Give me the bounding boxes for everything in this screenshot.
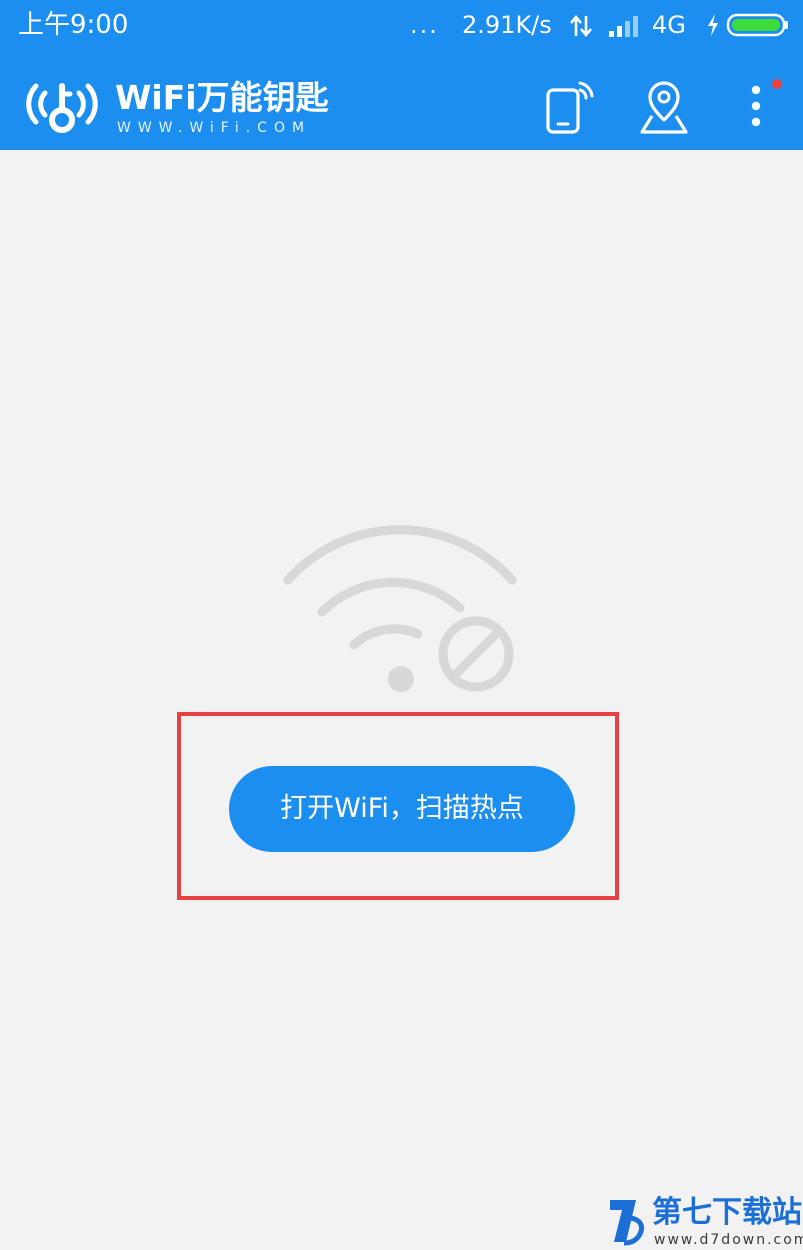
- notification-dot: [772, 79, 782, 89]
- app-bar: WiFi万能钥匙 WWW.WiFi.COM: [0, 50, 803, 150]
- status-network-type: 4G: [652, 11, 686, 39]
- status-network-speed: 2.91K/s: [462, 11, 552, 39]
- battery-icon: [726, 13, 788, 37]
- open-wifi-scan-button[interactable]: 打开WiFi，扫描热点: [229, 766, 575, 852]
- watermark-url: www.d7down.com: [654, 1232, 803, 1248]
- status-notification-dots: ...: [410, 11, 439, 39]
- wifi-key-logo-icon: [26, 83, 98, 133]
- data-transfer-icon: [570, 14, 592, 38]
- phone-signal-icon[interactable]: [542, 80, 596, 134]
- d7-logo-icon: [610, 1200, 644, 1246]
- app-header: 上午9:00 ... 2.91K/s 4G WiFi万能钥匙 WWW.WiFi.…: [0, 0, 803, 150]
- wifi-disabled-icon: [283, 525, 517, 692]
- status-time: 上午9:00: [18, 10, 129, 40]
- charging-bolt-icon: [708, 14, 718, 36]
- watermark-title: 第七下载站: [652, 1195, 802, 1230]
- app-logo-url: WWW.WiFi.COM: [117, 120, 312, 136]
- location-pin-icon[interactable]: [636, 80, 692, 136]
- more-vertical-icon[interactable]: [740, 78, 786, 134]
- signal-strength-icon: [609, 16, 638, 37]
- app-logo-title: WiFi万能钥匙: [115, 78, 329, 117]
- status-bar: 上午9:00 ... 2.91K/s 4G: [0, 0, 803, 50]
